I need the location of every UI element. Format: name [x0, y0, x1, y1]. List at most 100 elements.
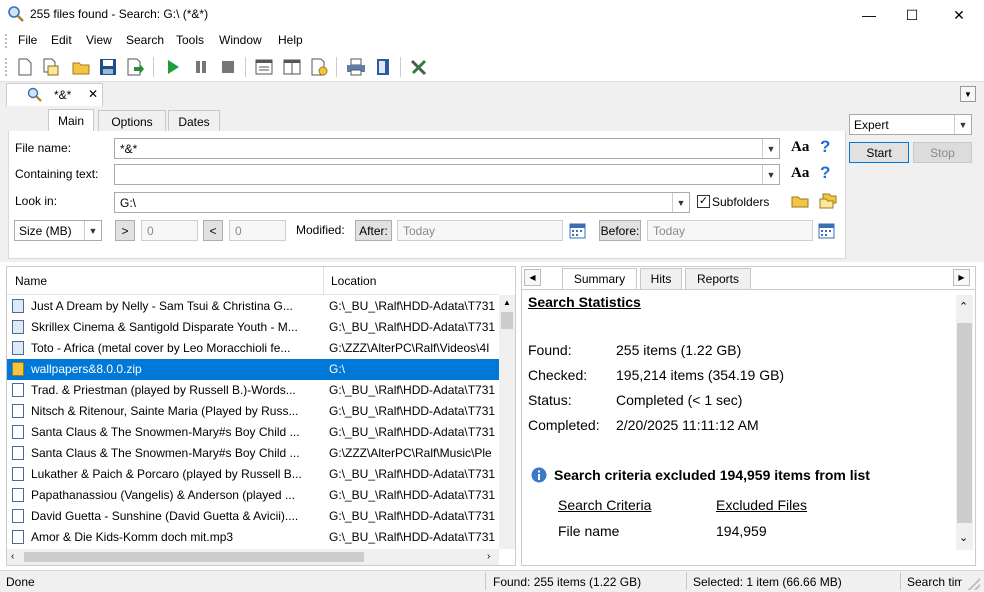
- results-vertical-scrollbar[interactable]: ▲: [499, 295, 515, 549]
- match-case-icon[interactable]: Aa: [791, 139, 809, 156]
- folder-list-icon[interactable]: [819, 193, 837, 212]
- size-unit-select[interactable]: Size (MB) ▼: [14, 220, 102, 241]
- tab-scroll-left-icon[interactable]: ◀: [524, 269, 541, 286]
- look-in-label: Look in:: [15, 194, 58, 208]
- scroll-thumb[interactable]: [501, 312, 513, 329]
- less-than-button[interactable]: <: [203, 220, 223, 241]
- tools-icon[interactable]: [408, 56, 430, 78]
- tab-search[interactable]: *&* ✕: [6, 83, 103, 106]
- start-button[interactable]: Start: [849, 142, 909, 163]
- zip-file-icon: [12, 362, 24, 376]
- table-row[interactable]: Amor & Die Kids-Komm doch mit.mp3 G:\_BU_…: [7, 527, 499, 548]
- chevron-down-icon[interactable]: ▼: [762, 165, 779, 184]
- tab-hits[interactable]: Hits: [640, 268, 682, 289]
- containing-text-label: Containing text:: [15, 167, 99, 181]
- menu-help[interactable]: Help: [278, 33, 303, 47]
- look-in-input[interactable]: G:\ ▼: [114, 192, 690, 213]
- menu-tools[interactable]: Tools: [176, 33, 204, 47]
- greater-than-button[interactable]: >: [115, 220, 135, 241]
- save-icon[interactable]: [97, 56, 119, 78]
- summary-scroll-thumb[interactable]: [957, 323, 972, 523]
- new-search-icon[interactable]: [14, 56, 36, 78]
- menu-window[interactable]: Window: [219, 33, 262, 47]
- table-row[interactable]: Santa Claus & The Snowmen-Mary#s Boy Chi…: [7, 422, 499, 443]
- menu-edit[interactable]: Edit: [51, 33, 72, 47]
- table-row[interactable]: Lukather & Paich & Porcaro (played by Ru…: [7, 464, 499, 485]
- open-search-icon[interactable]: [70, 56, 92, 78]
- size-min-input[interactable]: 0: [141, 220, 198, 241]
- calendar-icon[interactable]: [818, 222, 835, 242]
- excluded-files-header[interactable]: Excluded Files: [716, 497, 807, 513]
- toolbar-separator: [153, 57, 154, 77]
- stop-button[interactable]: Stop: [913, 142, 972, 163]
- scroll-left-icon[interactable]: ‹: [11, 551, 14, 562]
- chevron-down-icon[interactable]: ▼: [84, 221, 101, 240]
- column-header-name[interactable]: Name: [7, 267, 324, 294]
- help-icon[interactable]: ?: [820, 163, 830, 183]
- chevron-down-icon[interactable]: ▼: [672, 193, 689, 212]
- view-panes-icon[interactable]: [281, 56, 303, 78]
- row-name: Santa Claus & The Snowmen-Mary#s Boy Chi…: [31, 425, 300, 439]
- column-header-location[interactable]: Location: [323, 267, 499, 294]
- hscroll-thumb[interactable]: [24, 552, 364, 562]
- tab-reports[interactable]: Reports: [685, 268, 751, 289]
- file-name-input[interactable]: *&* ▼: [114, 138, 780, 159]
- match-case-icon[interactable]: Aa: [791, 165, 809, 182]
- tab-main[interactable]: Main: [48, 109, 94, 132]
- table-row[interactable]: Toto - Africa (metal cover by Leo Moracc…: [7, 338, 499, 359]
- tab-options[interactable]: Options: [98, 110, 166, 132]
- table-row[interactable]: Papathanassiou (Vangelis) & Anderson (pl…: [7, 485, 499, 506]
- table-row[interactable]: Skrillex Cinema & Santigold Disparate Yo…: [7, 317, 499, 338]
- tab-close-icon[interactable]: ✕: [88, 87, 98, 101]
- status-label: Status:: [528, 392, 572, 408]
- table-row[interactable]: wallpapers&8.0.0.zip G:\: [7, 359, 499, 380]
- chevron-down-icon[interactable]: ▼: [954, 115, 971, 134]
- summary-vertical-scrollbar[interactable]: ⌃ ⌄: [956, 295, 973, 550]
- copy-search-icon[interactable]: [40, 56, 62, 78]
- before-button[interactable]: Before:: [599, 220, 641, 241]
- before-date-input[interactable]: Today: [647, 220, 813, 241]
- table-row[interactable]: Trad. & Priestman (played by Russell B.)…: [7, 380, 499, 401]
- tab-scroll-right-icon[interactable]: ▶: [953, 269, 970, 286]
- tab-summary[interactable]: Summary: [562, 268, 637, 289]
- chevron-down-icon[interactable]: ▼: [762, 139, 779, 158]
- pause-icon[interactable]: [190, 56, 212, 78]
- size-max-input[interactable]: 0: [229, 220, 286, 241]
- row-location: G:\_BU_\Ralf\HDD-Adata\T731: [329, 530, 496, 544]
- menu-file[interactable]: File: [18, 33, 37, 47]
- scroll-up-icon[interactable]: ▲: [503, 298, 511, 307]
- containing-text-input[interactable]: ▼: [114, 164, 780, 185]
- start-icon[interactable]: [162, 56, 184, 78]
- view-list-icon[interactable]: [253, 56, 275, 78]
- tab-list-dropdown-icon[interactable]: ▼: [960, 86, 976, 102]
- maximize-button[interactable]: ☐: [889, 0, 935, 30]
- status-selected: Selected: 1 item (66.66 MB): [693, 575, 842, 589]
- resize-grip-icon[interactable]: [968, 578, 980, 590]
- properties-icon[interactable]: [308, 56, 330, 78]
- scroll-right-icon[interactable]: ›: [487, 551, 490, 562]
- scroll-down-icon[interactable]: ⌄: [959, 531, 968, 544]
- minimize-button[interactable]: —: [846, 0, 892, 30]
- tab-dates[interactable]: Dates: [168, 110, 220, 132]
- menu-view[interactable]: View: [86, 33, 112, 47]
- help-icon[interactable]: ?: [820, 137, 830, 157]
- print-icon[interactable]: [345, 56, 367, 78]
- book-icon[interactable]: [372, 56, 394, 78]
- export-icon[interactable]: [124, 56, 146, 78]
- browse-folder-icon[interactable]: [791, 194, 809, 211]
- table-row[interactable]: Just A Dream by Nelly - Sam Tsui & Chris…: [7, 296, 499, 317]
- after-button[interactable]: After:: [355, 220, 392, 241]
- close-button[interactable]: ✕: [936, 0, 982, 30]
- mode-select[interactable]: Expert ▼: [849, 114, 972, 135]
- calendar-icon[interactable]: [569, 222, 586, 242]
- subfolders-checkbox[interactable]: ✓: [697, 195, 710, 208]
- table-row[interactable]: Nitsch & Ritenour, Sainte Maria (Played …: [7, 401, 499, 422]
- table-row[interactable]: Santa Claus & The Snowmen-Mary#s Boy Chi…: [7, 443, 499, 464]
- search-criteria-header[interactable]: Search Criteria: [558, 497, 651, 513]
- results-horizontal-scrollbar[interactable]: ‹ ›: [7, 549, 499, 565]
- stop-icon[interactable]: [217, 56, 239, 78]
- after-date-input[interactable]: Today: [397, 220, 563, 241]
- table-row[interactable]: David Guetta - Sunshine (David Guetta & …: [7, 506, 499, 527]
- scroll-up-icon[interactable]: ⌃: [959, 300, 968, 313]
- menu-search[interactable]: Search: [126, 33, 164, 47]
